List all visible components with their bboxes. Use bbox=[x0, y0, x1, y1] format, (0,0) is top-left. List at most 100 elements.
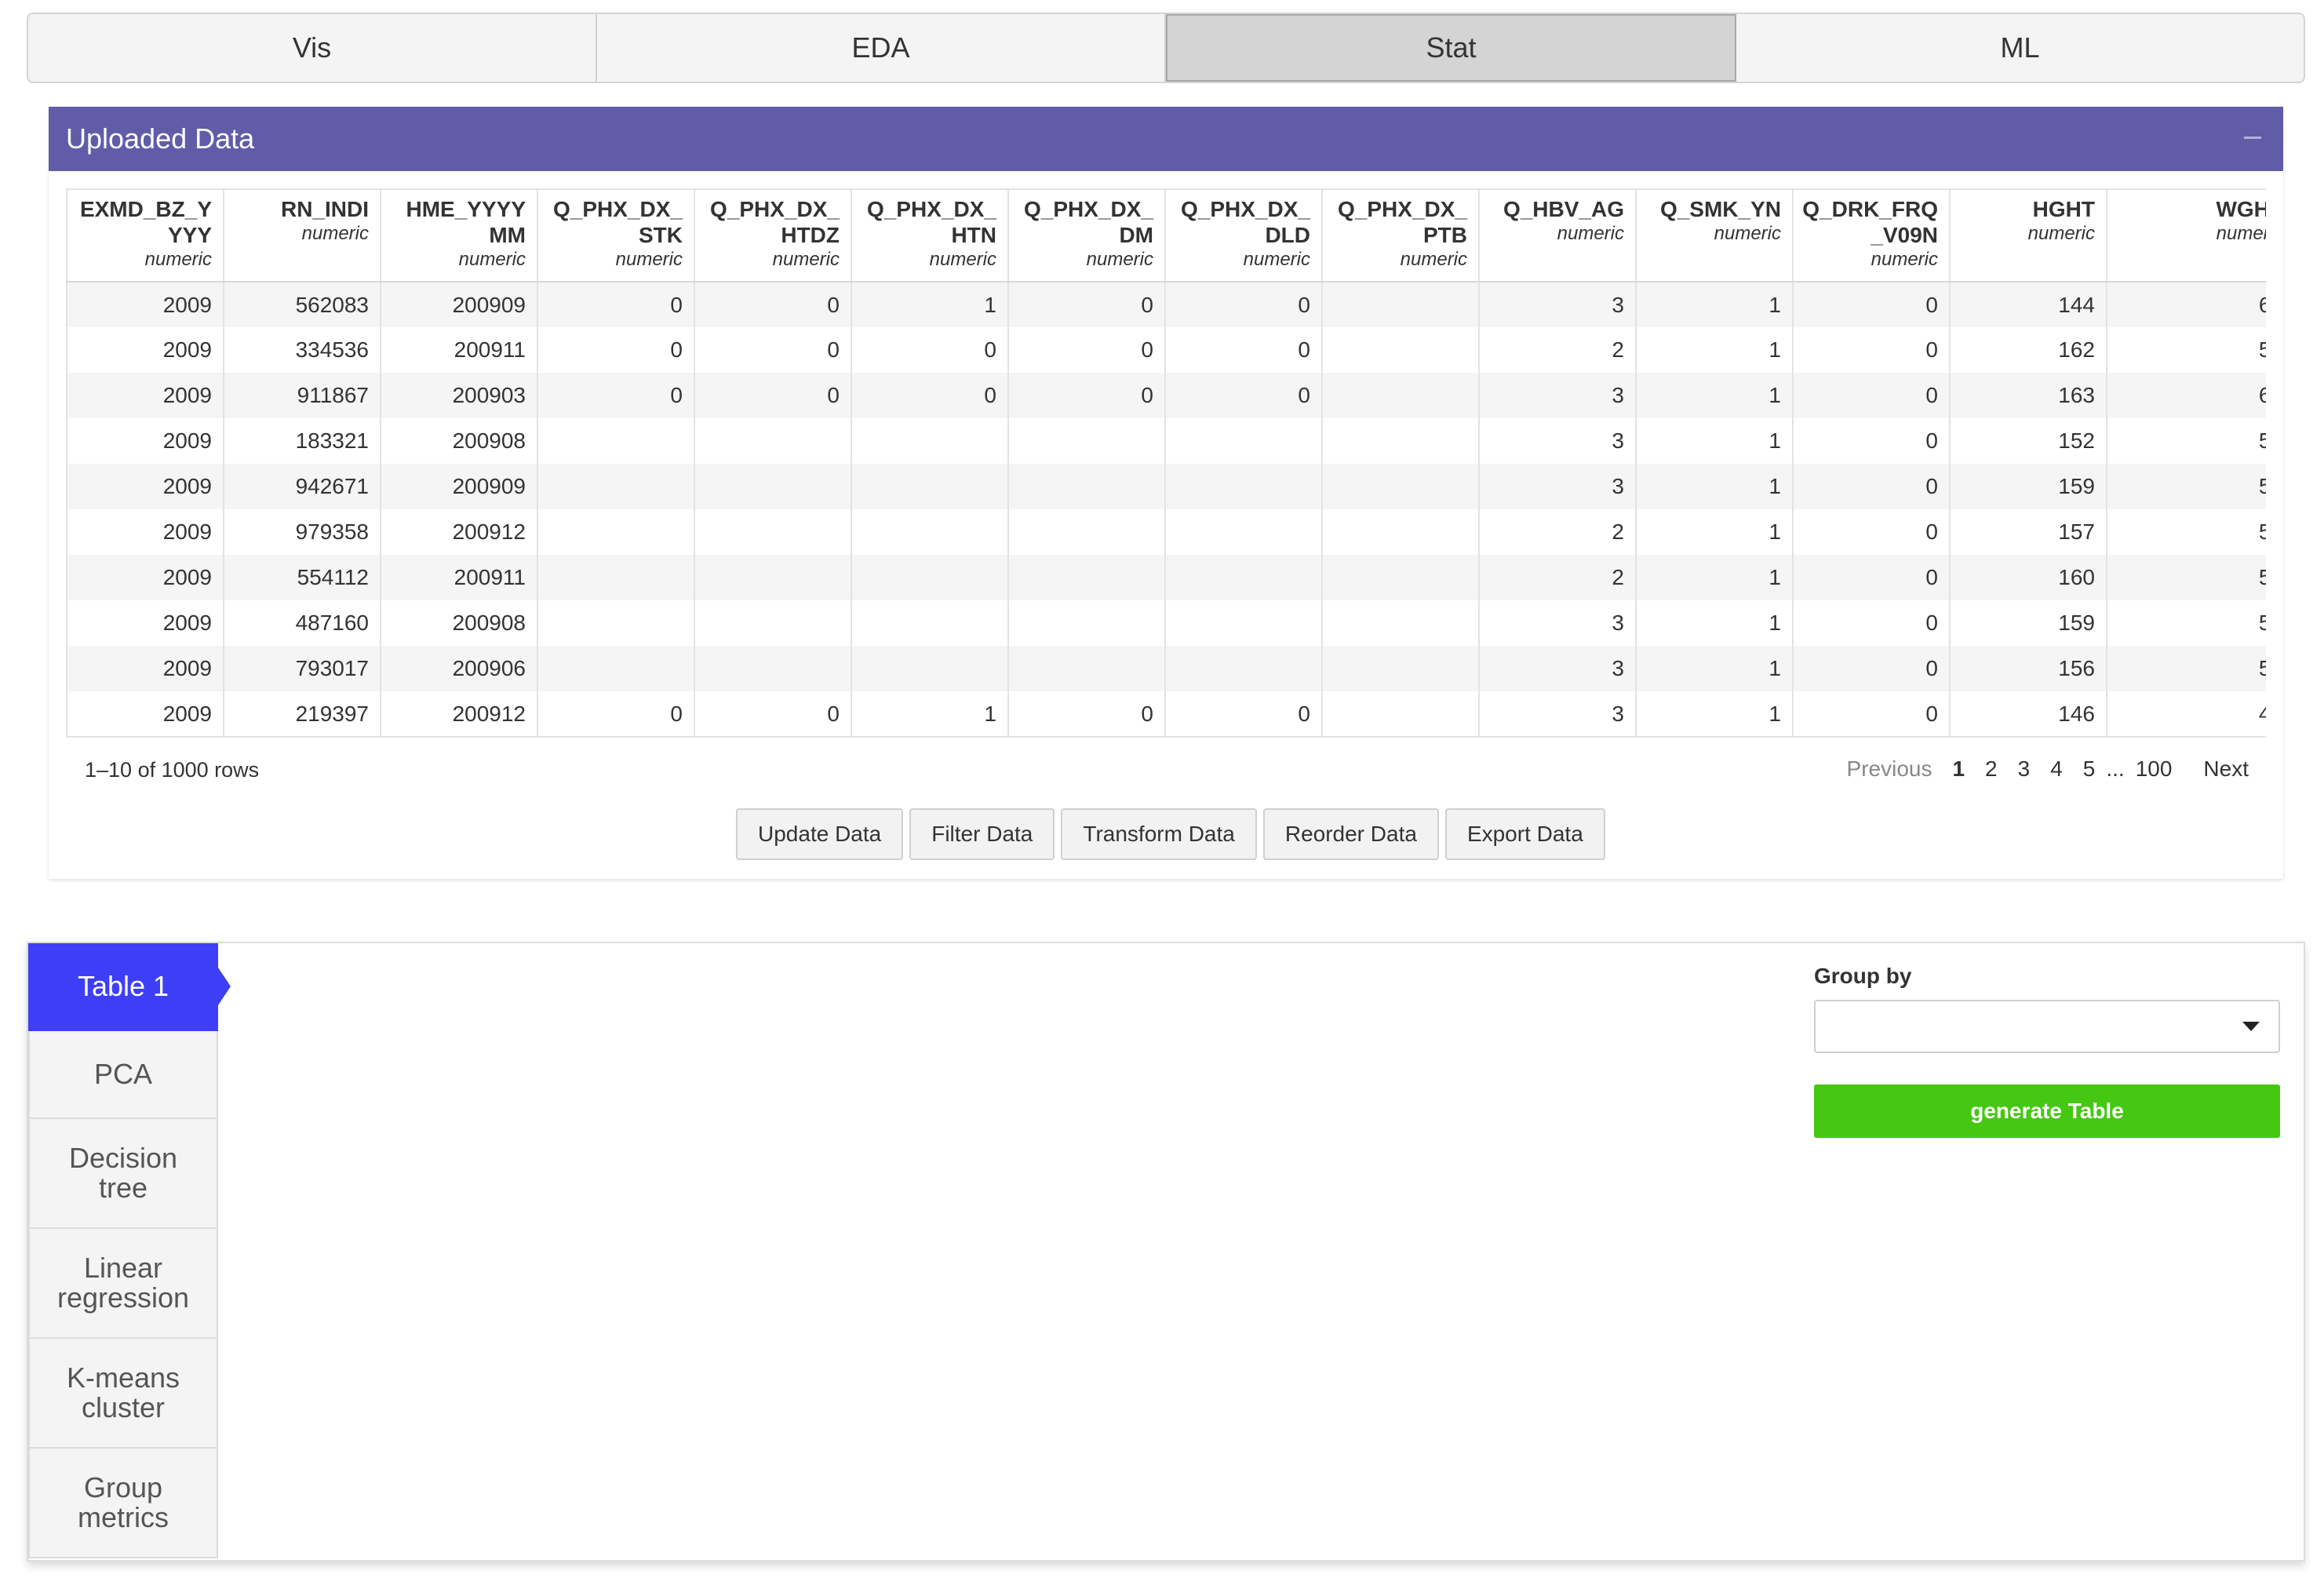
pagination-page-4[interactable]: 4 bbox=[2050, 756, 2063, 782]
column-name-cont: HTDZ bbox=[781, 223, 840, 247]
side-tab-label: PCA bbox=[93, 1058, 153, 1090]
pagination-page-3[interactable]: 3 bbox=[2018, 756, 2031, 782]
table-cell: 2 bbox=[1479, 555, 1637, 600]
column-header[interactable]: Q_HBV_AG numeric bbox=[1479, 188, 1637, 283]
column-type: numeric bbox=[1557, 223, 1624, 244]
column-type: numeric bbox=[1243, 249, 1310, 270]
column-header[interactable]: HME_YYYY MM numeric bbox=[381, 188, 538, 283]
column-header[interactable]: Q_SMK_YN numeric bbox=[1636, 188, 1794, 283]
side-tab-group-metrics[interactable]: Group metrics bbox=[28, 1449, 218, 1558]
table-cell: 0 bbox=[1793, 282, 1951, 327]
side-tab-label: tree bbox=[98, 1172, 148, 1204]
table-cell bbox=[1165, 509, 1323, 555]
side-tab-linear-regression[interactable]: Linear regression bbox=[28, 1229, 218, 1339]
pagination-page-5[interactable]: 5 bbox=[2083, 756, 2096, 782]
caret-down-icon bbox=[2242, 1022, 2260, 1031]
column-header[interactable]: Q_DRK_FRQ _V09N numeric bbox=[1793, 188, 1951, 283]
pagination-next[interactable]: Next bbox=[2203, 756, 2249, 782]
pagination-page-1[interactable]: 1 bbox=[1952, 756, 1965, 782]
table-cell: 942671 bbox=[224, 464, 381, 509]
table-cell: 0 bbox=[537, 691, 695, 738]
stat-side-tabs: Table 1 PCA Decision tree Linear regress… bbox=[28, 943, 231, 1558]
column-header[interactable]: EXMD_BZ_Y YYY numeric bbox=[66, 188, 224, 283]
column-header[interactable]: RN_INDI numeric bbox=[224, 188, 381, 283]
tab-stat[interactable]: Stat bbox=[1166, 14, 1736, 82]
table-row[interactable]: 20099118672009030000031016365 bbox=[66, 373, 2266, 418]
column-header[interactable]: Q_PHX_DX_ HTN numeric bbox=[851, 188, 1009, 283]
table-cell: 487160 bbox=[224, 600, 381, 646]
table-cell: 0 bbox=[694, 327, 852, 373]
side-tab-label: K-means bbox=[66, 1362, 180, 1394]
table-cell: 0 bbox=[694, 691, 852, 738]
filter-data-button[interactable]: Filter Data bbox=[909, 808, 1055, 860]
group-by-label: Group by bbox=[1814, 964, 1912, 988]
table-cell bbox=[851, 509, 1009, 555]
table-row[interactable]: 2009554112200911 21016056 bbox=[66, 555, 2266, 600]
table-row[interactable]: 2009942671200909 31015950 bbox=[66, 464, 2266, 509]
side-tab-decision-tree[interactable]: Decision tree bbox=[28, 1119, 218, 1229]
table-cell: 0 bbox=[694, 373, 852, 418]
tab-ml[interactable]: ML bbox=[1736, 14, 2304, 82]
table-cell bbox=[1165, 418, 1323, 464]
table-cell bbox=[694, 600, 852, 646]
table-cell: 183321 bbox=[224, 418, 381, 464]
table-cell: 51 bbox=[2107, 418, 2266, 464]
export-data-button[interactable]: Export Data bbox=[1444, 808, 1605, 860]
column-name-cont: DM bbox=[1119, 223, 1153, 247]
table-cell bbox=[851, 646, 1009, 691]
column-header[interactable]: HGHT numeric bbox=[1950, 188, 2107, 283]
table-cell: 3 bbox=[1479, 691, 1637, 738]
column-name-cont: _V09N bbox=[1870, 223, 1938, 247]
group-by-select[interactable] bbox=[1814, 1000, 2280, 1053]
column-header[interactable]: Q_PHX_DX_ DM numeric bbox=[1008, 188, 1166, 283]
row-count-info: 1–10 of 1000 rows bbox=[85, 758, 260, 782]
table-row[interactable]: 2009487160200908 31015954 bbox=[66, 600, 2266, 646]
pagination-page-2[interactable]: 2 bbox=[1985, 756, 1998, 782]
table-row[interactable]: 2009793017200906 31015653 bbox=[66, 646, 2266, 691]
table-row[interactable]: 20093345362009110000021016251 bbox=[66, 327, 2266, 373]
table-cell: 51 bbox=[2107, 327, 2266, 373]
tab-eda[interactable]: EDA bbox=[597, 14, 1166, 82]
table-cell: 1 bbox=[1636, 373, 1794, 418]
table-cell: 1 bbox=[1636, 600, 1794, 646]
table-cell bbox=[694, 464, 852, 509]
table-cell: 0 bbox=[1793, 327, 1951, 373]
side-tab-pca[interactable]: PCA bbox=[28, 1031, 218, 1119]
table-cell: 53 bbox=[2107, 646, 2266, 691]
pagination-page-100[interactable]: 100 bbox=[2136, 756, 2173, 782]
reorder-data-button[interactable]: Reorder Data bbox=[1262, 808, 1439, 860]
update-data-button[interactable]: Update Data bbox=[736, 808, 904, 860]
table-cell: 0 bbox=[1008, 691, 1166, 738]
generate-table-button[interactable]: generate Table bbox=[1814, 1084, 2280, 1138]
side-tab-table1[interactable]: Table 1 bbox=[28, 943, 231, 1031]
table-cell: 54 bbox=[2107, 600, 2266, 646]
table-row[interactable]: 2009183321200908 31015251 bbox=[66, 418, 2266, 464]
column-type: numeric bbox=[458, 249, 526, 270]
column-type: numeric bbox=[2216, 223, 2266, 244]
table-cell: 2009 bbox=[66, 373, 224, 418]
column-header[interactable]: Q_PHX_DX_ STK numeric bbox=[537, 188, 695, 283]
table-cell bbox=[1322, 646, 1480, 691]
column-type: numeric bbox=[1870, 249, 1938, 270]
table-row[interactable]: 2009979358200912 21015755 bbox=[66, 509, 2266, 555]
column-name: RN_INDI bbox=[280, 197, 369, 221]
collapse-icon[interactable] bbox=[2244, 137, 2261, 139]
column-header[interactable]: Q_PHX_DX_ DLD numeric bbox=[1165, 188, 1323, 283]
table-cell: 1 bbox=[851, 691, 1009, 738]
tab-vis[interactable]: Vis bbox=[28, 14, 597, 82]
table-row[interactable]: 20092193972009120010031014648 bbox=[66, 691, 2266, 738]
side-tab-kmeans-cluster[interactable]: K-means cluster bbox=[28, 1339, 218, 1449]
data-table-scroll[interactable]: EXMD_BZ_Y YYY numeric RN_INDI numeric HME_YYY… bbox=[66, 188, 2266, 846]
pagination-previous[interactable]: Previous bbox=[1847, 756, 1932, 782]
column-name: HGHT bbox=[2032, 197, 2095, 221]
transform-data-button[interactable]: Transform Data bbox=[1061, 808, 1257, 860]
table-cell: 200911 bbox=[381, 555, 538, 600]
table-row[interactable]: 20095620832009090010031014461 bbox=[66, 282, 2266, 327]
uploaded-data-header: Uploaded Data bbox=[49, 107, 2283, 171]
table-cell bbox=[1165, 555, 1323, 600]
table-cell: 200912 bbox=[381, 691, 538, 738]
table-cell: 200909 bbox=[381, 282, 538, 327]
column-header[interactable]: Q_PHX_DX_ PTB numeric bbox=[1322, 188, 1480, 283]
column-header[interactable]: WGHTnumeric bbox=[2107, 188, 2266, 283]
column-header[interactable]: Q_PHX_DX_ HTDZ numeric bbox=[694, 188, 852, 283]
